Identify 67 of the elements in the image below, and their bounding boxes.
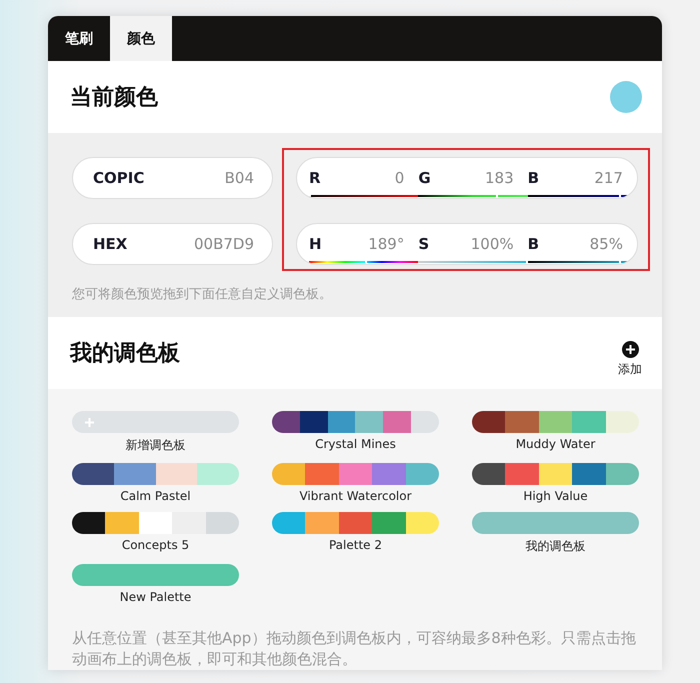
palette-color[interactable] [72,564,239,586]
palette-color[interactable] [355,411,384,433]
plus-circle-icon [622,340,638,358]
tab[interactable]: 颜色 [110,16,172,61]
palette-color[interactable] [606,411,639,433]
palette-color[interactable] [272,512,306,534]
palette-color[interactable] [472,512,639,534]
palette-color[interactable] [328,411,356,433]
palette-color[interactable] [72,512,106,534]
palette-color[interactable] [372,512,406,534]
palette-color[interactable] [300,411,328,433]
palette-color[interactable] [411,411,439,433]
palette-name: High Value [523,489,588,503]
add-button[interactable]: 添加 [618,340,642,378]
hint-text: 您可将颜色预览拖到下面任意自定义调色板。 [72,286,333,303]
palette-color[interactable] [272,463,306,485]
slider-thumb[interactable] [526,260,528,264]
palette-name: Muddy Water [516,437,596,451]
palette-color[interactable] [172,512,206,534]
palette-color[interactable] [572,411,606,433]
palette-color[interactable] [372,463,406,485]
palette-color[interactable] [338,463,372,485]
palette-name: New Palette [120,590,192,604]
palette-color[interactable] [606,463,639,485]
palette-color[interactable] [505,463,539,485]
palette-color[interactable] [206,512,239,534]
channel-field[interactable]: H 189° S 100% B 85% [296,223,638,265]
palette-color[interactable] [572,463,606,485]
palette-color[interactable] [538,411,572,433]
palette-color[interactable] [472,463,506,485]
palette-name: Concepts 5 [122,538,190,552]
palette-color[interactable] [72,411,239,433]
color-code-field[interactable]: HEX 00B7D9 [72,223,273,265]
color-swatch[interactable] [610,81,642,113]
slider-thumb[interactable] [496,194,498,198]
channel-field[interactable]: R 0 G 183 B 217 [296,157,638,199]
palette-color[interactable] [538,463,572,485]
palette-color[interactable] [305,463,339,485]
slider-thumb[interactable] [365,260,368,264]
palette-color[interactable] [272,411,300,433]
footer-text: 从任意位置（甚至其他App）拖动颜色到调色板内，可容纳最多8种色彩。只需点击拖动画布上的调色板，即可和其他颜色混合。 [71,628,637,670]
palette-name: 我的调色板 [526,538,586,555]
palette-color[interactable] [383,411,412,433]
palette-color[interactable] [197,463,239,485]
palette-name: 新增调色板 [126,437,186,454]
section-title: 我的调色板 [70,340,180,368]
palette-color[interactable] [156,463,198,485]
palette-name: Calm Pastel [120,489,191,503]
palette-color[interactable] [472,411,506,433]
palette-color[interactable] [338,512,372,534]
palette-color[interactable] [138,512,172,534]
palette-color[interactable] [505,411,539,433]
palette-color[interactable] [72,463,114,485]
palette-color[interactable] [406,512,439,534]
palette-color[interactable] [114,463,156,485]
palette-name: Palette 2 [328,538,382,552]
palette-name: Vibrant Watercolor [299,489,412,503]
palette-color[interactable] [305,512,339,534]
palette-color[interactable] [406,463,439,485]
slider-thumb[interactable] [618,260,621,264]
palette-color[interactable] [105,512,139,534]
tab[interactable]: 笔刷 [48,16,110,61]
palette-name: Crystal Mines [315,437,396,451]
color-code-field[interactable]: COPIC B04 [72,157,273,199]
section-title: 当前颜色 [70,84,158,112]
plus-icon [85,418,94,427]
slider-thumb[interactable] [618,194,621,198]
